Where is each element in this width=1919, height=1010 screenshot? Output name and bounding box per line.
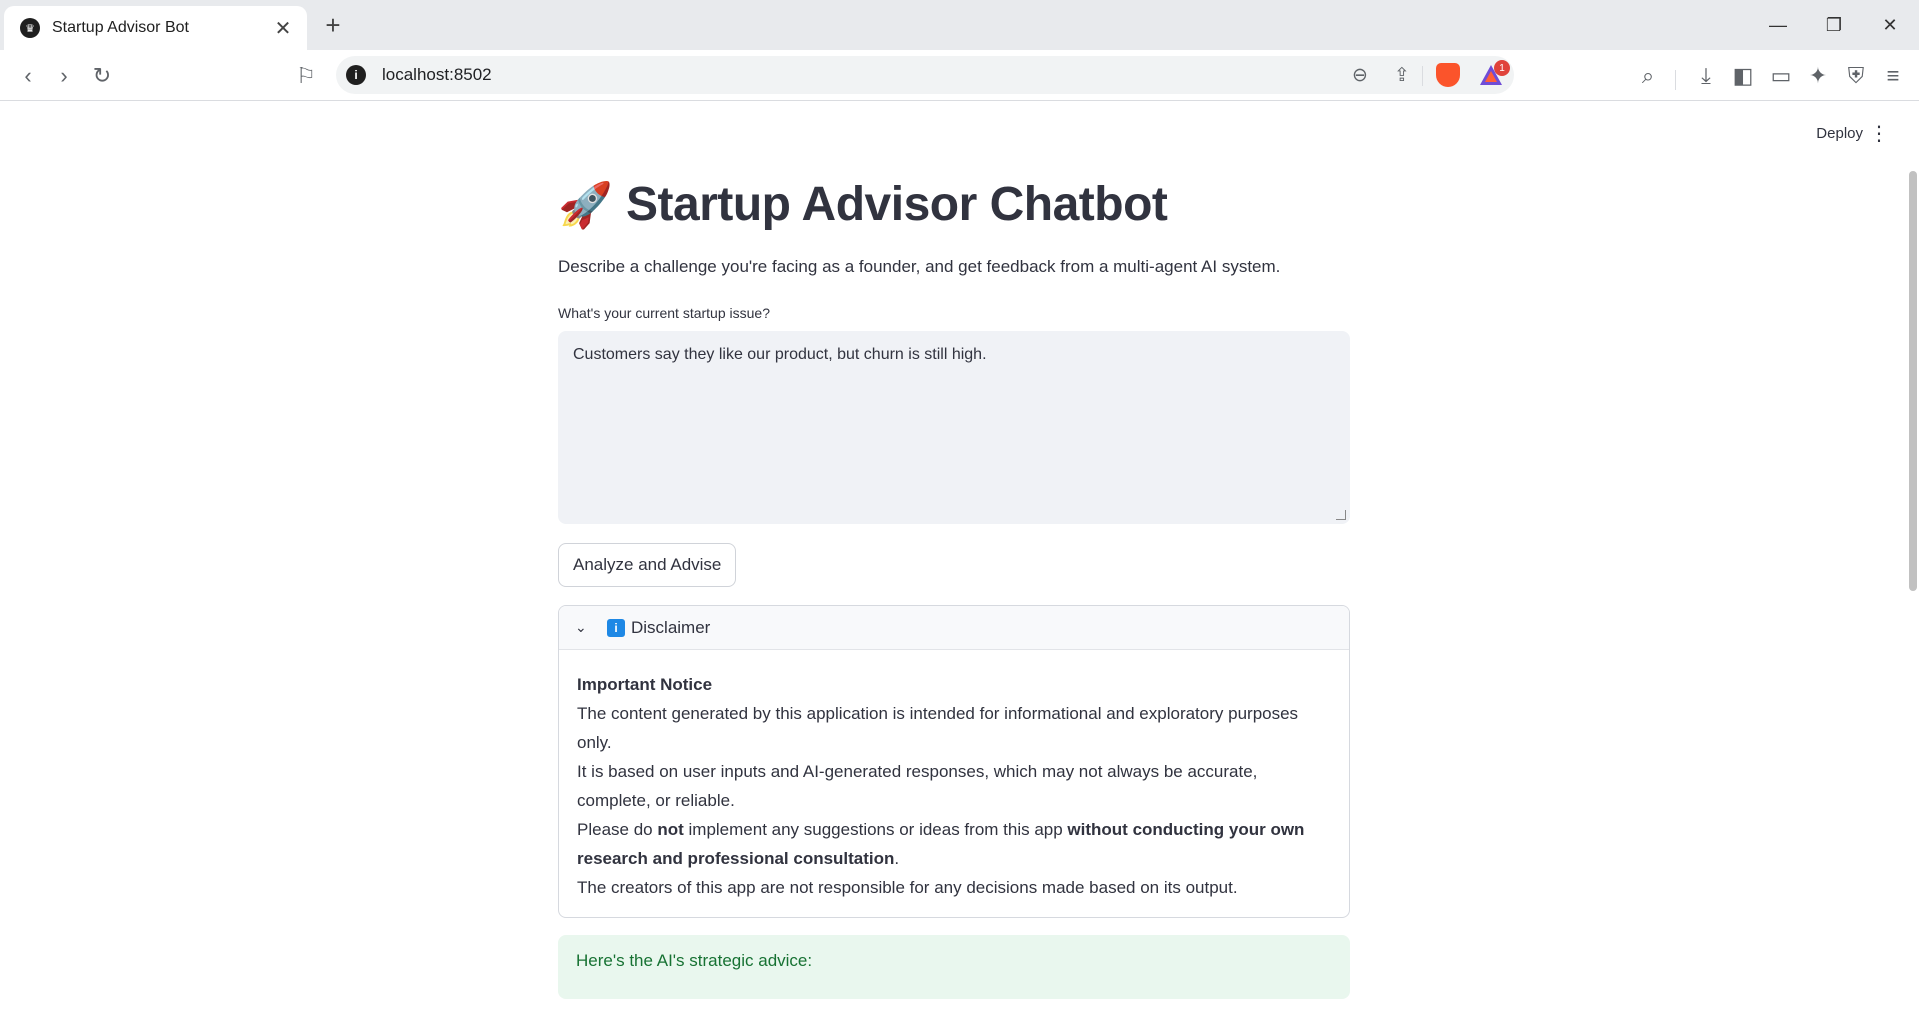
disclaimer-text: implement any suggestions or ideas from … [683, 820, 1068, 839]
leo-ai-icon[interactable]: ✦ [1802, 60, 1834, 92]
page-title-text: Startup Advisor Chatbot [626, 178, 1168, 231]
rocket-icon: 🚀 [558, 180, 613, 230]
tab-strip: ♛ Startup Advisor Bot ✕ + — ❐ ✕ [0, 0, 1919, 50]
forward-icon[interactable]: › [48, 60, 80, 92]
rewards-badge: 1 [1494, 60, 1510, 76]
disclaimer-text: Please do [577, 820, 658, 839]
address-bar[interactable]: i localhost:8502 ⊖ ⇪ 1 [336, 56, 1514, 94]
info-icon: i [607, 618, 625, 637]
disclaimer-expander: ⌄ i Disclaimer Important Notice The cont… [558, 605, 1350, 918]
disclaimer-line-3: Please do not implement any suggestions … [577, 815, 1331, 873]
issue-input-label: What's your current startup issue? [558, 305, 770, 321]
streamlit-favicon-icon: ♛ [20, 18, 40, 38]
reload-icon[interactable]: ↻ [86, 60, 118, 92]
disclaimer-body: Important Notice The content generated b… [559, 650, 1349, 902]
downloads-icon[interactable]: ⤓ [1690, 60, 1722, 92]
share-icon[interactable]: ⇪ [1388, 61, 1416, 89]
resize-handle-icon[interactable] [1336, 510, 1346, 520]
success-alert: Here's the AI's strategic advice: [558, 935, 1350, 999]
disclaimer-line-4: The creators of this app are not respons… [577, 878, 1238, 897]
back-icon[interactable]: ‹ [12, 60, 44, 92]
close-tab-icon[interactable]: ✕ [269, 14, 297, 42]
divider [1422, 66, 1423, 86]
app-viewport: Deploy ⋮ 🚀 Startup Advisor Chatbot Descr… [0, 101, 1919, 1010]
page-title: 🚀 Startup Advisor Chatbot [558, 177, 1168, 232]
disclaimer-line-2: It is based on user inputs and AI-genera… [577, 762, 1258, 810]
restore-icon[interactable]: ❐ [1814, 8, 1854, 42]
deploy-button[interactable]: Deploy [1816, 125, 1863, 142]
bookmark-icon[interactable]: ⚐ [290, 60, 322, 92]
issue-textarea[interactable]: Customers say they like our product, but… [558, 331, 1350, 524]
analyze-and-advise-button[interactable]: Analyze and Advise [558, 543, 737, 587]
brave-shields-icon[interactable] [1436, 63, 1460, 87]
zoom-icon[interactable]: ⊖ [1346, 61, 1374, 89]
sidebar-icon[interactable]: ◧ [1727, 60, 1759, 92]
disclaimer-title: Disclaimer [631, 617, 711, 637]
site-info-icon[interactable]: i [346, 65, 366, 85]
browser-toolbar: ‹ › ↻ ⚐ i localhost:8502 ⊖ ⇪ 1 ⌕ ⤓ ◧ ▭ ✦… [0, 50, 1919, 101]
scrollbar[interactable] [1909, 171, 1917, 591]
tab-title: Startup Advisor Bot [52, 19, 189, 36]
menu-icon[interactable]: ≡ [1877, 60, 1909, 92]
disclaimer-bold: not [657, 820, 684, 839]
browser-tab[interactable]: ♛ Startup Advisor Bot ✕ [4, 6, 307, 50]
disclaimer-header[interactable]: ⌄ i Disclaimer [559, 606, 1349, 650]
new-tab-icon[interactable]: + [318, 10, 348, 40]
main-menu-icon[interactable]: ⋮ [1869, 121, 1889, 146]
divider [1675, 70, 1676, 90]
close-window-icon[interactable]: ✕ [1870, 8, 1910, 42]
wallet-icon[interactable]: ▭ [1765, 60, 1797, 92]
minimize-icon[interactable]: — [1758, 8, 1798, 42]
page-description: Describe a challenge you're facing as a … [558, 257, 1281, 276]
disclaimer-text: . [894, 849, 900, 868]
vpn-icon[interactable]: ⛨ [1840, 60, 1872, 92]
url-text[interactable]: localhost:8502 [382, 65, 492, 85]
disclaimer-line-1: The content generated by this applicatio… [577, 704, 1299, 752]
disclaimer-heading: Important Notice [577, 675, 713, 694]
tab-search-icon[interactable]: ⌕ [1632, 60, 1664, 92]
chevron-down-icon[interactable]: ⌄ [575, 619, 601, 636]
